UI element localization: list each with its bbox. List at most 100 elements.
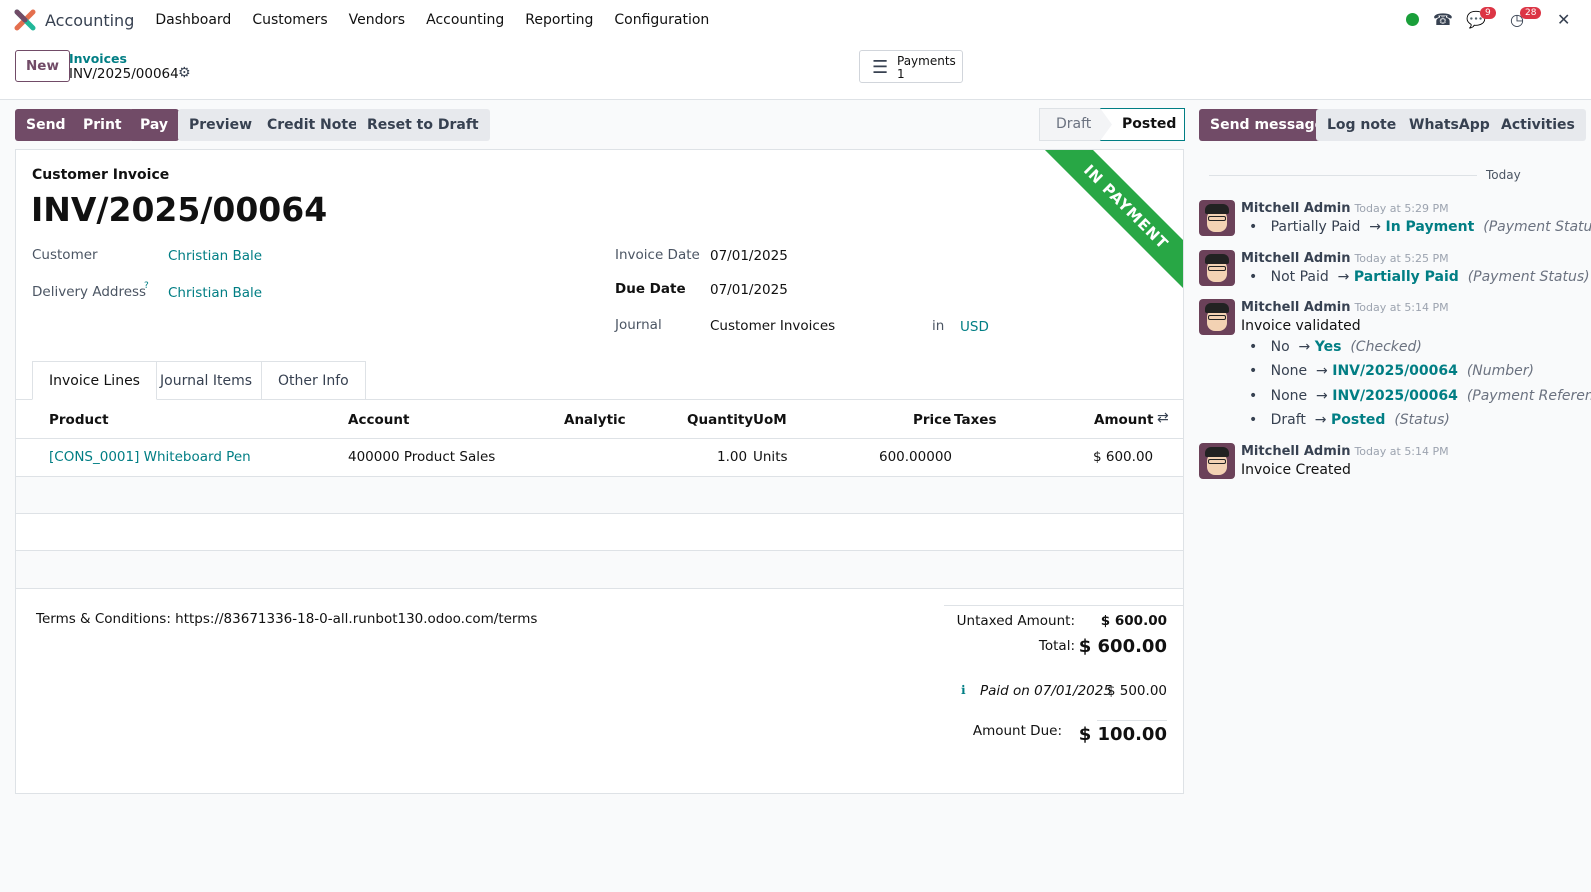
preview-button[interactable]: Preview [178, 109, 264, 141]
paid-amount: $ 500.00 [1106, 683, 1167, 699]
messages-icon[interactable]: 💬 9 [1466, 7, 1496, 29]
total-amount: $ 600.00 [1078, 636, 1167, 657]
tracking-change: • Not Paid → Partially Paid (Payment Sta… [1249, 269, 1590, 285]
tab-invoice-lines[interactable]: Invoice Lines [32, 361, 157, 400]
avatar[interactable] [1199, 250, 1235, 286]
payments-count: 1 [897, 67, 905, 81]
payments-label: Payments [897, 54, 956, 68]
amount-due: $ 100.00 [1078, 724, 1167, 745]
journal-field[interactable]: Customer Invoices [710, 318, 835, 334]
credit-note-button[interactable]: Credit Note [256, 109, 369, 141]
delivery-address-field[interactable]: Christian Bale [168, 285, 262, 301]
message-author[interactable]: Mitchell Admin [1241, 444, 1350, 459]
column-settings-icon[interactable]: ⇄ [1157, 410, 1169, 426]
message-time: Today at 5:29 PM [1354, 202, 1449, 215]
empty-row [16, 514, 1183, 551]
cell-product[interactable]: [CONS_0001] Whiteboard Pen [49, 449, 251, 465]
tracking-change: • Draft → Posted (Status) [1249, 412, 1450, 428]
breadcrumb-current: INV/2025/00064 [69, 66, 179, 82]
tracking-change: • None → INV/2025/00064 (Payment Referen… [1249, 388, 1591, 404]
top-navbar: Accounting Dashboard Customers Vendors A… [0, 0, 1591, 40]
invoice-form-sheet: IN PAYMENT Customer Invoice INV/2025/000… [15, 149, 1184, 794]
currency-field[interactable]: USD [960, 319, 989, 335]
payments-smart-button[interactable]: ☰ Payments 1 [859, 50, 963, 83]
date-separator: Today [1199, 168, 1591, 182]
tools-icon[interactable]: ✕ [1557, 10, 1570, 29]
menu-dashboard[interactable]: Dashboard [155, 12, 231, 28]
tab-journal-items[interactable]: Journal Items [144, 361, 270, 400]
empty-row [16, 551, 1183, 589]
message-body: Invoice Created [1241, 462, 1351, 478]
breadcrumb-invoices[interactable]: Invoices [69, 51, 127, 66]
cell-quantity[interactable]: 1.00 [717, 449, 747, 465]
tab-other-info[interactable]: Other Info [261, 361, 366, 400]
list-icon: ☰ [872, 57, 889, 78]
message-time: Today at 5:14 PM [1354, 445, 1449, 458]
invoice-date-field[interactable]: 07/01/2025 [710, 248, 788, 264]
avatar[interactable] [1199, 443, 1235, 479]
avatar[interactable] [1199, 200, 1235, 236]
col-price[interactable]: Price [913, 412, 951, 428]
send-button[interactable]: Send [15, 109, 77, 141]
avatar[interactable] [1199, 299, 1235, 335]
empty-row [16, 477, 1183, 514]
tracking-change: • None → INV/2025/00064 (Number) [1249, 363, 1534, 379]
gear-icon[interactable]: ⚙ [178, 65, 191, 81]
message-time: Today at 5:25 PM [1354, 252, 1449, 265]
status-draft[interactable]: Draft [1056, 116, 1091, 132]
whatsapp-button[interactable]: WhatsApp [1398, 109, 1501, 141]
terms-and-conditions: Terms & Conditions: https://83671336-18-… [36, 611, 538, 627]
tracking-change: • No → Yes (Checked) [1249, 339, 1422, 355]
col-account[interactable]: Account [348, 412, 409, 428]
reset-to-draft-button[interactable]: Reset to Draft [356, 109, 490, 141]
log-note-button[interactable]: Log note [1316, 109, 1408, 141]
due-date-field[interactable]: 07/01/2025 [710, 282, 788, 298]
status-posted[interactable]: Posted [1122, 116, 1176, 132]
cell-account[interactable]: 400000 Product Sales [348, 449, 495, 465]
cell-price[interactable]: 600.00000 [879, 449, 952, 465]
status-bar: Draft Posted [1039, 108, 1185, 141]
col-product[interactable]: Product [49, 412, 109, 428]
cell-uom[interactable]: Units [753, 449, 788, 465]
info-icon[interactable]: ℹ [961, 683, 966, 697]
col-analytic[interactable]: Analytic [564, 412, 626, 428]
menu-configuration[interactable]: Configuration [614, 12, 709, 28]
customer-field[interactable]: Christian Bale [168, 248, 262, 264]
new-button[interactable]: New [15, 50, 70, 82]
delivery-address-label: Delivery Address [32, 284, 147, 300]
print-button[interactable]: Print [72, 109, 133, 141]
message-author[interactable]: Mitchell Admin [1241, 201, 1350, 216]
message-body: Invoice validated [1241, 318, 1361, 334]
col-taxes[interactable]: Taxes [954, 412, 996, 428]
in-label: in [932, 318, 945, 334]
chatter-message: Mitchell Admin Today at 5:14 PM Invoice v… [1199, 299, 1591, 434]
activities-badge: 28 [1520, 7, 1542, 19]
help-tooltip-icon[interactable]: ? [144, 281, 149, 291]
menu-accounting[interactable]: Accounting [426, 12, 504, 28]
col-quantity[interactable]: Quantity [687, 412, 753, 428]
menu-reporting[interactable]: Reporting [525, 12, 593, 28]
chatter-message: Mitchell Admin Today at 5:14 PM Invoice C… [1199, 443, 1591, 483]
message-author[interactable]: Mitchell Admin [1241, 300, 1350, 315]
due-date-label: Due Date [615, 281, 686, 297]
pay-button[interactable]: Pay [129, 109, 180, 141]
customer-label: Customer [32, 247, 98, 263]
app-logo-icon[interactable] [14, 9, 36, 31]
table-row[interactable]: [CONS_0001] Whiteboard Pen 400000 Produc… [16, 439, 1183, 477]
invoice-number: INV/2025/00064 [31, 190, 328, 229]
cell-amount[interactable]: $ 600.00 [1093, 449, 1153, 465]
col-uom[interactable]: UoM [753, 412, 787, 428]
messages-badge: 9 [1480, 7, 1496, 19]
amount-due-label: Amount Due: [972, 723, 1062, 739]
col-amount[interactable]: Amount [1094, 412, 1153, 428]
activities-icon[interactable]: ◷ 28 [1510, 7, 1542, 29]
menu-vendors[interactable]: Vendors [349, 12, 405, 28]
menu-customers[interactable]: Customers [252, 12, 327, 28]
app-name[interactable]: Accounting [45, 11, 134, 30]
send-message-button[interactable]: Send message [1199, 109, 1336, 141]
control-panel: New Invoices INV/2025/00064 ⚙ ☰ Payments… [0, 40, 1591, 100]
activities-button[interactable]: Activities [1490, 109, 1586, 141]
message-author[interactable]: Mitchell Admin [1241, 251, 1350, 266]
phone-icon[interactable]: ☎ [1433, 10, 1453, 29]
tracking-change: • Partially Paid → In Payment (Payment S… [1249, 219, 1591, 235]
